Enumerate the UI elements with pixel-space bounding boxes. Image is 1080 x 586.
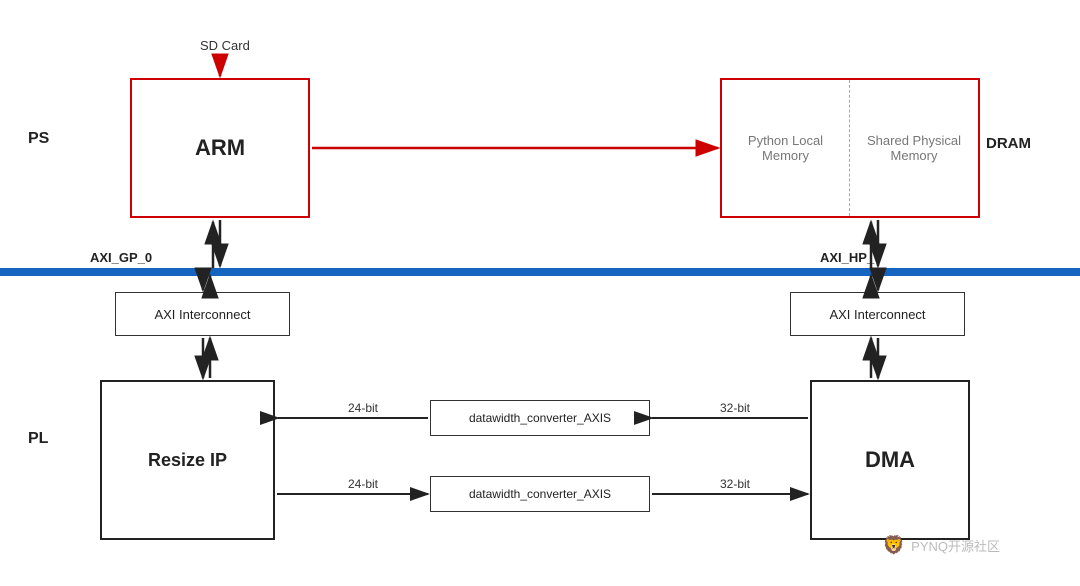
svg-text:32-bit: 32-bit [720, 401, 751, 415]
bus-line [0, 268, 1080, 276]
dram-label: DRAM [986, 135, 1031, 152]
converter-top: datawidth_converter_AXIS [430, 400, 650, 436]
watermark: 🦁 PYNQ开源社区 [883, 535, 1000, 556]
converter-bottom: datawidth_converter_AXIS [430, 476, 650, 512]
python-local-memory-section: Python Local Memory [722, 80, 850, 216]
axi-interconnect-right: AXI Interconnect [790, 292, 965, 336]
dram-box: Python Local Memory Shared Physical Memo… [720, 78, 980, 218]
svg-text:24-bit: 24-bit [348, 477, 379, 491]
diagram-container: PS PL SD Card ARM Python Local Memory Sh… [0, 0, 1080, 586]
resize-ip-box: Resize IP [100, 380, 275, 540]
svg-text:24-bit: 24-bit [348, 401, 379, 415]
axi-hp-label: AXI_HP_0 [820, 250, 881, 265]
dma-box: DMA [810, 380, 970, 540]
axi-interconnect-left: AXI Interconnect [115, 292, 290, 336]
sdcard-label: SD Card [200, 38, 250, 53]
shared-physical-memory-section: Shared Physical Memory [850, 80, 978, 216]
svg-text:32-bit: 32-bit [720, 477, 751, 491]
arm-label: ARM [195, 135, 245, 161]
pl-label: PL [28, 430, 48, 448]
ps-label: PS [28, 130, 49, 148]
arm-box: ARM [130, 78, 310, 218]
axi-gp-label: AXI_GP_0 [90, 250, 152, 265]
